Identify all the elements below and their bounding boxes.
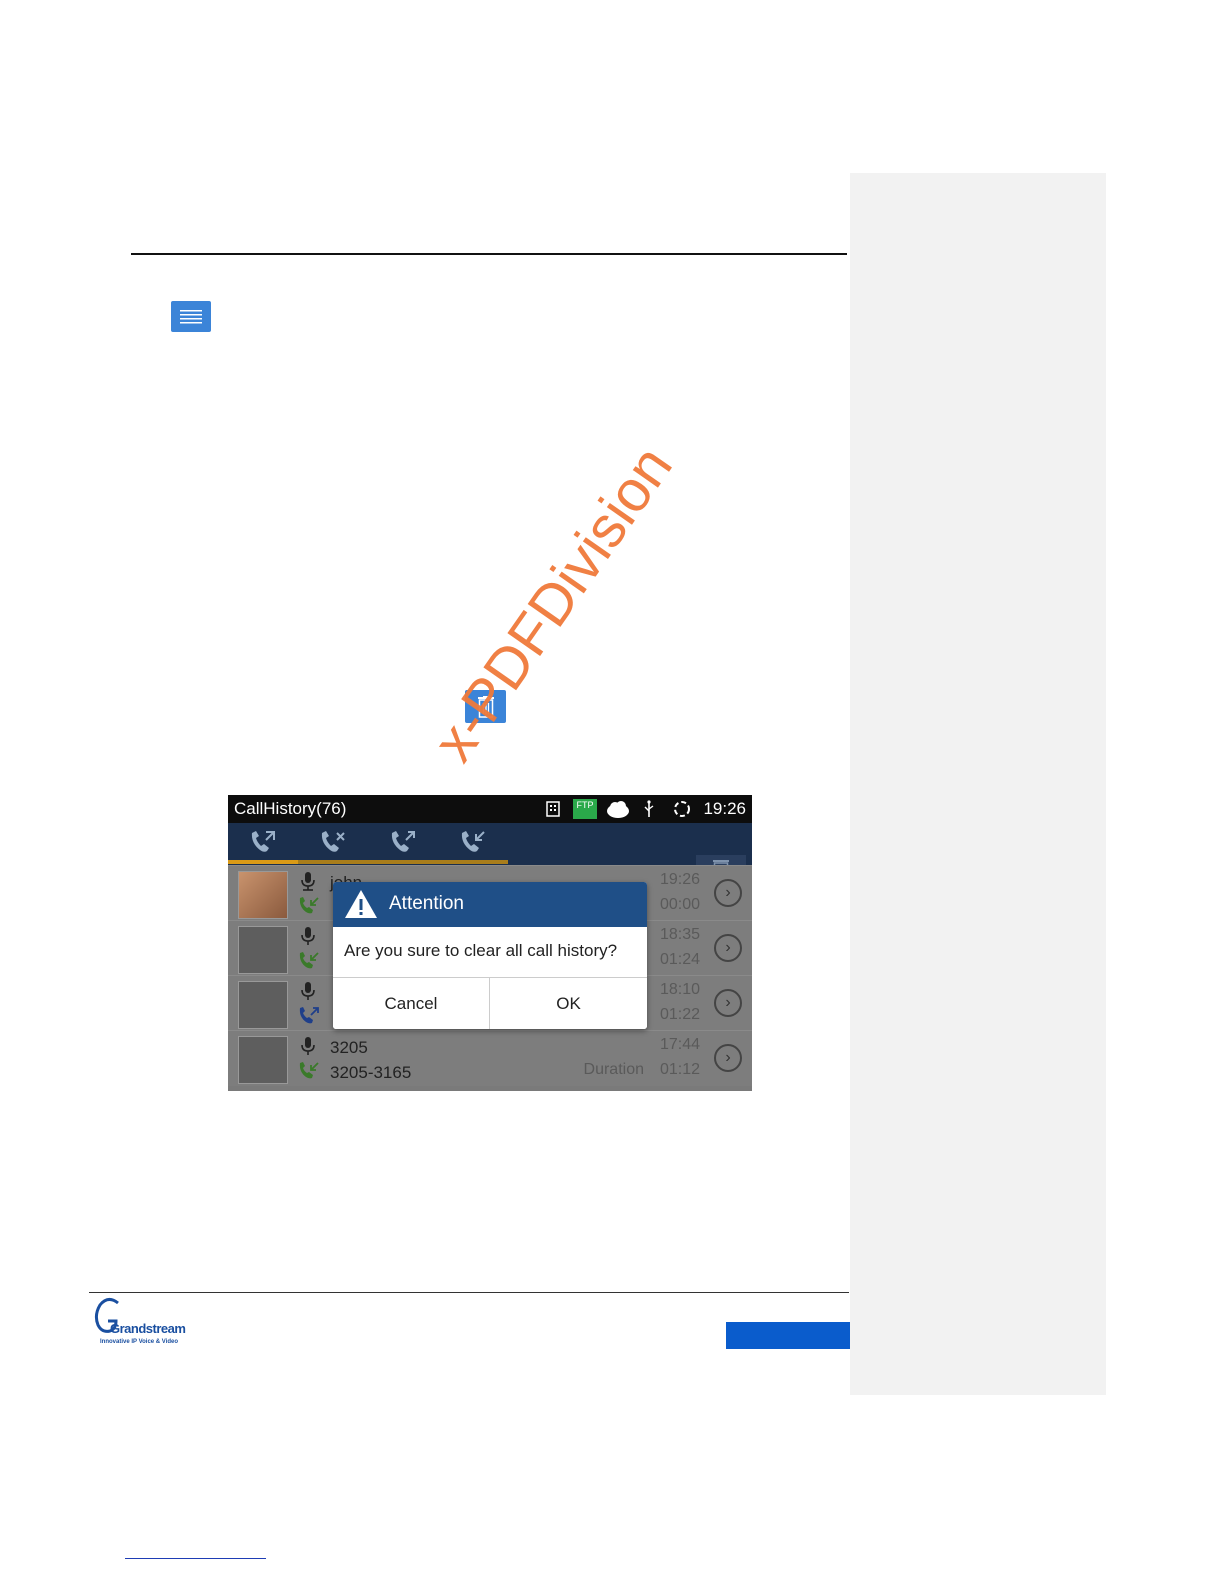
status-title: CallHistory(76) [234,799,347,818]
dialog-header: Attention [333,882,647,927]
ftp-status-icon: FTP [573,799,597,819]
tab-all-calls[interactable] [228,823,298,865]
cloud-status-icon [606,800,630,823]
sync-status-icon [672,800,692,823]
microphone-icon [300,981,316,1006]
call-time: 17:44 [659,1036,700,1053]
menu-icon [171,301,211,332]
watermark: x-PDFDivision [420,434,685,773]
incoming-call-icon [298,951,320,976]
call-time: 19:26 [659,871,700,888]
microphone-icon [300,926,316,951]
avatar [238,871,288,919]
status-time: 19:26 [703,799,746,818]
dialog-message: Are you sure to clear all call history? [344,941,618,960]
missed-call-icon [318,829,348,860]
call-history-screenshot: CallHistory(76) FTP 19:26 19:26 00:00 › … [228,795,752,1091]
duration-label: Duration [583,1061,644,1078]
incoming-call-icon [298,1061,320,1086]
logo-wordmark: Grandstream [110,1321,186,1336]
header-rule [131,253,847,255]
avatar [238,926,288,974]
ok-button[interactable]: OK [490,978,647,1029]
cancel-button[interactable]: Cancel [333,978,489,1029]
call-duration: 01:12 [659,1061,700,1078]
footer-link-underline [125,1558,266,1559]
all-calls-icon [248,829,278,860]
microphone-icon [300,871,316,896]
call-time: 18:10 [659,981,700,998]
footer-rule [89,1292,849,1293]
warning-icon [344,889,378,924]
usb-status-icon [642,800,656,823]
call-duration: 01:24 [659,951,700,968]
avatar [238,981,288,1029]
call-time: 18:35 [659,926,700,943]
dialog-title: Attention [389,893,464,914]
attention-dialog: Attention Are you sure to clear all call… [333,882,647,1029]
tab-underline-active [228,860,298,864]
tab-incoming-calls[interactable] [438,823,508,865]
incoming-call-icon [458,829,488,860]
logo-tagline: Innovative IP Voice & Video [100,1339,179,1345]
contact-name: 3205 [330,1038,368,1057]
keypad-status-icon [546,801,560,822]
outgoing-call-icon [298,1006,320,1031]
list-item[interactable]: 3205 3205-3165 17:44 Duration 01:12 › [228,1030,752,1086]
tab-missed-calls[interactable] [298,823,368,865]
call-duration: 00:00 [659,896,700,913]
status-bar: CallHistory(76) FTP 19:26 [228,795,752,823]
chevron-right-icon[interactable]: › [714,1044,742,1072]
call-type-tabs [228,823,752,889]
contact-number: 3205-3165 [330,1063,412,1082]
avatar [238,1036,288,1084]
microphone-icon [300,1036,316,1061]
chevron-right-icon[interactable]: › [714,879,742,907]
chevron-right-icon[interactable]: › [714,989,742,1017]
outgoing-call-icon [388,829,418,860]
margin-sidebar [850,173,1106,1395]
tab-outgoing-calls[interactable] [368,823,438,865]
incoming-call-icon [298,896,320,921]
chevron-right-icon[interactable]: › [714,934,742,962]
call-duration: 01:22 [659,1006,700,1023]
footer-bar [726,1322,850,1349]
